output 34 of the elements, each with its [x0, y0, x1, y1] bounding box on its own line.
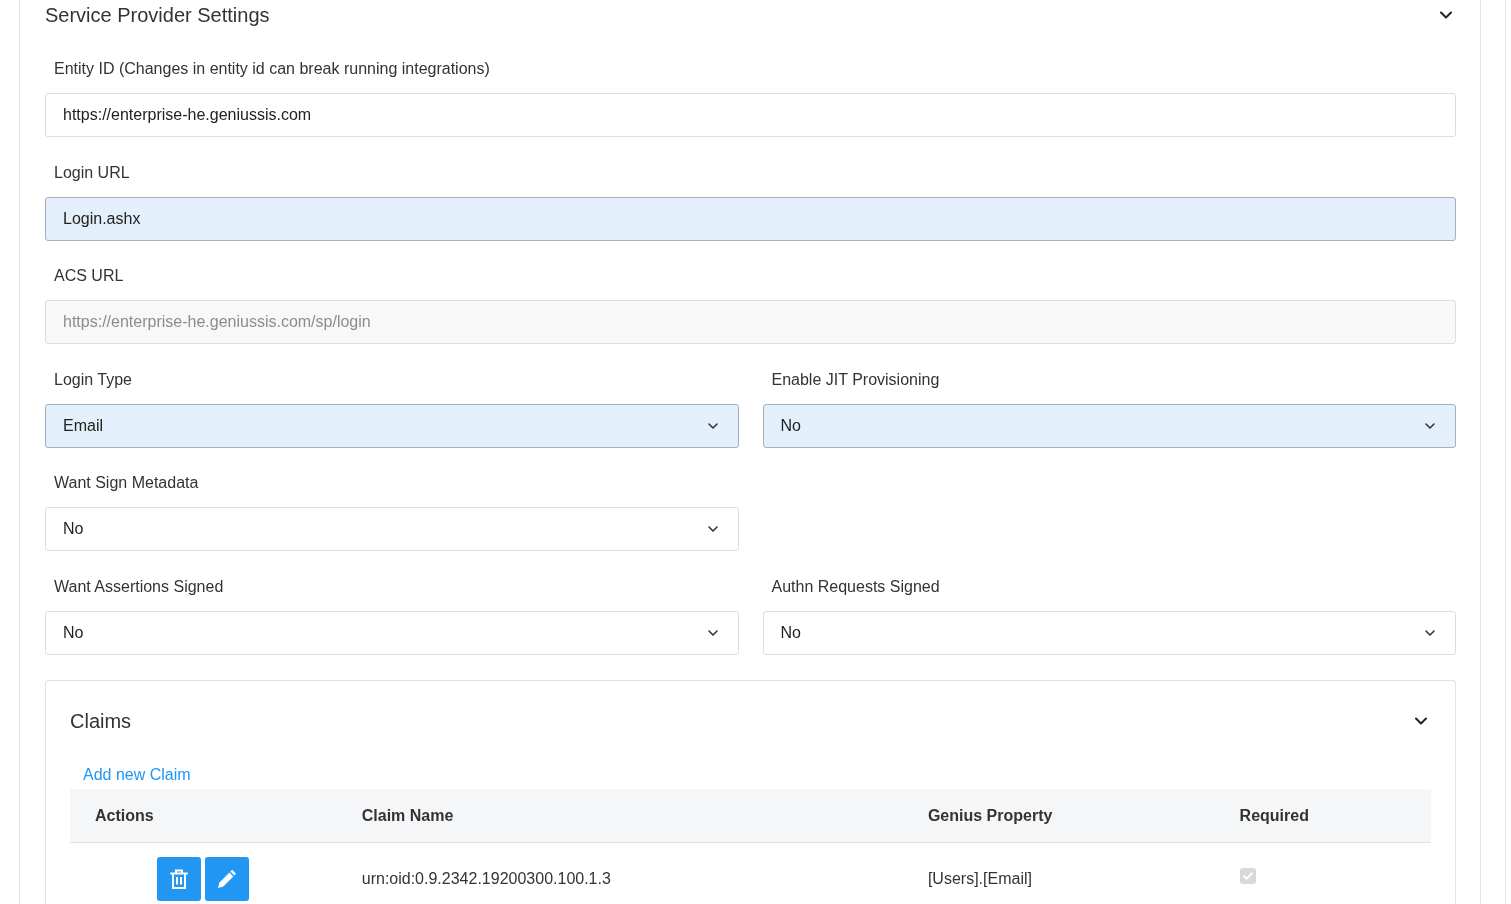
- column-header: Genius Property: [902, 789, 1215, 843]
- column-header: Required: [1214, 789, 1431, 843]
- select-field[interactable]: Email: [45, 403, 739, 448]
- trash-icon: [170, 869, 189, 889]
- chevron-down-icon: [707, 526, 718, 532]
- field-label: Login URL: [54, 162, 130, 183]
- select-field[interactable]: No: [45, 507, 739, 551]
- field-label: Enable JIT Provisioning: [771, 369, 940, 390]
- text-field[interactable]: https://enterprise-he.geniussis.com: [45, 93, 1456, 137]
- column-header: Actions: [70, 789, 337, 843]
- chevron-down-icon: [1425, 629, 1435, 636]
- text-field[interactable]: Login.ashx: [45, 196, 1456, 241]
- chevron-down-icon: [1425, 422, 1435, 429]
- field-label: Entity ID (Changes in entity id can break running integrations): [54, 59, 490, 79]
- pencil-icon: [217, 869, 238, 889]
- select-field[interactable]: No: [762, 610, 1456, 655]
- field-label: Want Assertions Signed: [54, 576, 224, 597]
- section-title: Service Provider Settings: [45, 3, 270, 28]
- property-cell: [Users].[Email]: [902, 842, 1215, 903]
- edit-button[interactable]: [205, 857, 250, 901]
- delete-button[interactable]: [157, 857, 202, 901]
- select-field[interactable]: No: [762, 403, 1456, 448]
- chevron-down-icon[interactable]: [1440, 11, 1452, 19]
- field-label: Login Type: [54, 369, 132, 390]
- chevron-down-icon: [707, 422, 718, 429]
- field-label: Authn Requests Signed: [771, 576, 940, 597]
- field-label: ACS URL: [54, 266, 124, 286]
- chevron-down-icon: [707, 629, 718, 636]
- column-header: Claim Name: [336, 789, 903, 843]
- select-field[interactable]: No: [45, 610, 739, 655]
- claims-title: Claims: [70, 709, 132, 734]
- claim-name-cell: urn:oid:0.9.2342.19200300.100.1.3: [336, 842, 903, 903]
- chevron-down-icon[interactable]: [1415, 717, 1427, 725]
- field-label: Want Sign Metadata: [54, 473, 199, 493]
